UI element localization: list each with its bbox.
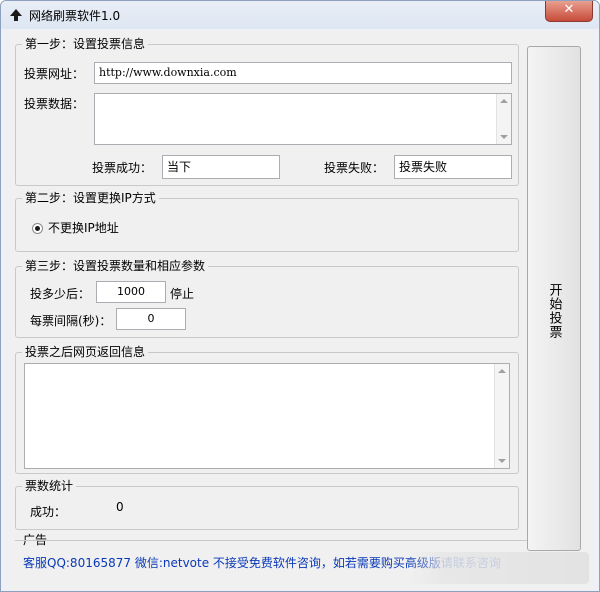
app-window: 网络刷票软件1.0 ✕ 第一步：设置投票信息 投票网址： http://www.… [0, 0, 600, 592]
stats-group: 票数统计 成功： 0 [15, 479, 519, 530]
start-vote-label: 开始投票 [546, 283, 562, 339]
no-change-ip-label: 不更换IP地址 [48, 221, 119, 235]
up-arrow-icon [10, 9, 22, 21]
scroll-up-icon [500, 99, 508, 103]
stats-legend: 票数统计 [22, 479, 77, 493]
url-label: 投票网址： [24, 67, 85, 81]
scroll-down-icon [500, 135, 508, 139]
scroll-down-icon [498, 459, 506, 463]
vote-count-label: 投多少后： [30, 287, 91, 301]
success-input[interactable]: 当下 [162, 155, 280, 179]
response-group: 投票之后网页返回信息 [15, 345, 519, 474]
client-area: 第一步：设置投票信息 投票网址： http://www.downxia.com … [9, 30, 591, 591]
step1-legend: 第一步：设置投票信息 [22, 37, 149, 51]
step2-group: 第二步：设置更换IP方式 不更换IP地址 [15, 191, 519, 252]
watermark [409, 552, 589, 584]
response-scrollbar[interactable] [494, 364, 509, 468]
step3-group: 第三步：设置投票数量和相应参数 投多少后： 1000 停止 每票间隔(秒)： 0 [15, 259, 519, 338]
vote-data-scrollbar[interactable] [496, 94, 511, 144]
title-bar: 网络刷票软件1.0 ✕ [1, 1, 599, 29]
ad-divider [15, 540, 581, 541]
close-button[interactable]: ✕ [545, 1, 593, 22]
fail-input[interactable]: 投票失败 [394, 155, 512, 179]
step3-legend: 第三步：设置投票数量和相应参数 [22, 259, 209, 273]
no-change-ip-radio[interactable] [32, 223, 43, 234]
fail-label: 投票失败： [324, 161, 385, 175]
response-textarea[interactable] [24, 363, 510, 469]
stats-success-label: 成功： [30, 505, 67, 519]
vote-data-label: 投票数据： [24, 97, 85, 111]
vote-data-textarea[interactable] [94, 93, 512, 145]
url-input[interactable]: http://www.downxia.com [94, 62, 512, 84]
success-label: 投票成功： [92, 161, 153, 175]
step1-group: 第一步：设置投票信息 投票网址： http://www.downxia.com … [15, 37, 519, 186]
close-icon: ✕ [563, 2, 575, 17]
interval-input[interactable]: 0 [116, 308, 186, 330]
window-title: 网络刷票软件1.0 [29, 9, 121, 23]
vote-count-input[interactable]: 1000 [96, 281, 166, 303]
start-vote-button[interactable]: 开始投票 [527, 46, 581, 551]
interval-label: 每票间隔(秒)： [30, 314, 112, 328]
stats-success-value: 0 [116, 500, 124, 514]
response-legend: 投票之后网页返回信息 [22, 345, 149, 359]
scroll-up-icon [498, 369, 506, 373]
stop-label: 停止 [170, 287, 195, 301]
step2-legend: 第二步：设置更换IP方式 [22, 191, 159, 205]
